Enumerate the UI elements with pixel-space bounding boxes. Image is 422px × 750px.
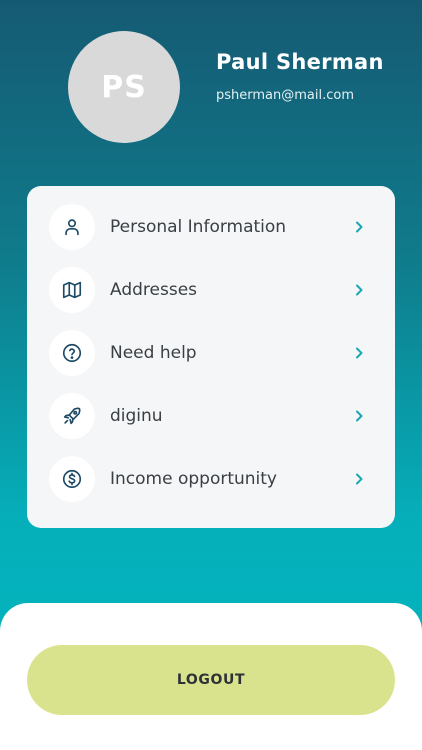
profile-header: PS Paul Sherman psherman@mail.com (0, 0, 422, 180)
avatar[interactable]: PS (68, 31, 180, 143)
rocket-icon (49, 392, 95, 439)
menu-item-diginu[interactable]: diginu (27, 384, 395, 447)
map-icon (49, 266, 95, 313)
menu-item-label: diginu (110, 405, 163, 426)
help-circle-icon (49, 329, 95, 376)
chevron-right-icon (356, 410, 363, 421)
chevron-right-icon (356, 221, 363, 232)
logout-button[interactable]: LOGOUT (27, 645, 395, 715)
menu-item-need-help[interactable]: Need help (27, 321, 395, 384)
menu-item-label: Need help (110, 342, 197, 363)
person-icon (49, 203, 95, 250)
menu-item-label: Personal Information (110, 216, 287, 237)
menu-item-label: Addresses (110, 279, 198, 300)
menu-item-label: Income opportunity (110, 468, 277, 489)
chevron-right-icon (356, 473, 363, 484)
menu-card: Personal Information Addresses Need help (27, 186, 395, 528)
user-name: Paul Sherman (216, 50, 384, 74)
menu-item-personal-information[interactable]: Personal Information (27, 195, 395, 258)
user-email: psherman@mail.com (216, 88, 354, 103)
chevron-right-icon (356, 347, 363, 358)
chevron-right-icon (356, 284, 363, 295)
dollar-circle-icon (49, 455, 95, 502)
logout-label: LOGOUT (176, 672, 246, 688)
menu-item-addresses[interactable]: Addresses (27, 258, 395, 321)
avatar-initials: PS (101, 69, 147, 105)
menu-item-income-opportunity[interactable]: Income opportunity (27, 447, 395, 510)
